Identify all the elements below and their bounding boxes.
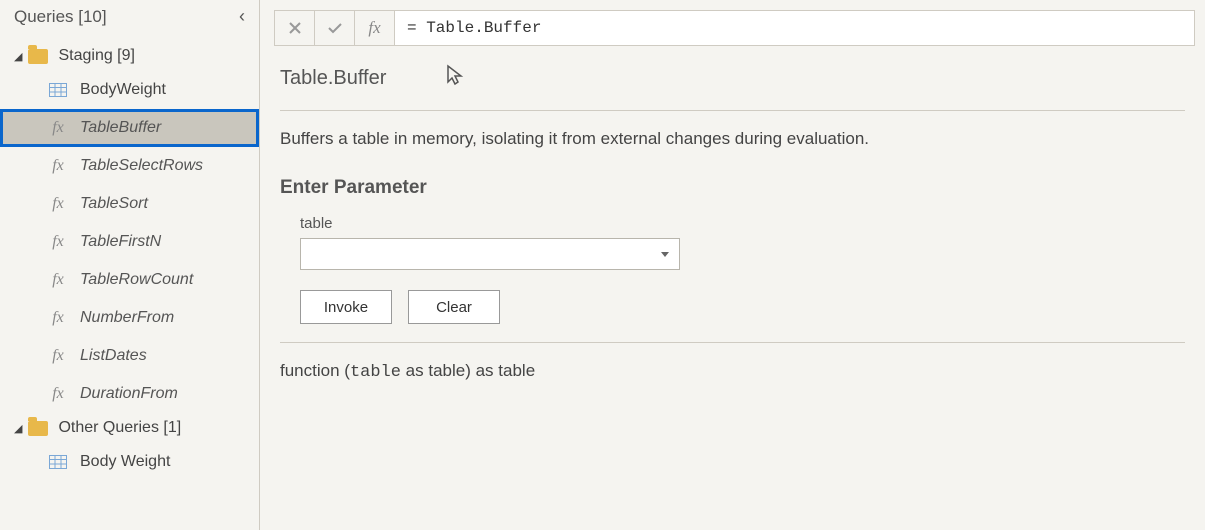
clear-button[interactable]: Clear: [408, 290, 500, 324]
query-item-tableselectrows[interactable]: fx TableSelectRows: [0, 147, 259, 185]
query-item-tablefirstn[interactable]: fx TableFirstN: [0, 223, 259, 261]
parameter-block: table: [280, 215, 1185, 270]
parameter-section-title: Enter Parameter: [280, 177, 1185, 199]
query-label: NumberFrom: [80, 309, 174, 327]
fx-icon: fx: [48, 309, 68, 327]
function-signature: function (table as table) as table: [280, 361, 1185, 382]
queries-tree: ◢ Staging [9] BodyWeight fx TableBuffer …: [0, 37, 259, 485]
formula-input[interactable]: [394, 10, 1195, 46]
query-label: TableFirstN: [80, 233, 161, 251]
folder-icon: [28, 49, 48, 64]
query-item-tablerowcount[interactable]: fx TableRowCount: [0, 261, 259, 299]
queries-sidebar: Queries [10] ‹ ◢ Staging [9] BodyWeight …: [0, 0, 260, 530]
collapse-sidebar-button[interactable]: ‹: [235, 6, 249, 27]
query-label: TableSort: [80, 195, 148, 213]
query-label: Body Weight: [80, 453, 170, 471]
function-description: Buffers a table in memory, isolating it …: [280, 129, 1185, 149]
query-item-body-weight[interactable]: Body Weight: [0, 443, 259, 481]
divider: [280, 110, 1185, 111]
cancel-formula-button[interactable]: [274, 10, 314, 46]
parameter-label: table: [300, 215, 1185, 232]
fx-formula-button[interactable]: fx: [354, 10, 394, 46]
group-other-queries[interactable]: ◢ Other Queries [1]: [0, 413, 259, 443]
group-label: Staging [9]: [58, 47, 135, 65]
signature-suffix: as table) as table: [401, 361, 535, 380]
query-label: TableSelectRows: [80, 157, 203, 175]
query-item-numberfrom[interactable]: fx NumberFrom: [0, 299, 259, 337]
query-item-durationfrom[interactable]: fx DurationFrom: [0, 375, 259, 413]
signature-arg: table: [350, 363, 401, 382]
divider: [280, 342, 1185, 343]
query-item-tablesort[interactable]: fx TableSort: [0, 185, 259, 223]
group-staging[interactable]: ◢ Staging [9]: [0, 41, 259, 71]
formula-bar: fx: [274, 10, 1195, 46]
main-panel: fx Table.Buffer Buffers a table in memor…: [260, 0, 1205, 530]
folder-icon: [28, 421, 48, 436]
group-label: Other Queries [1]: [58, 419, 181, 437]
query-label: BodyWeight: [80, 81, 166, 99]
caret-down-icon: ◢: [14, 422, 22, 435]
signature-prefix: function (: [280, 361, 350, 380]
fx-icon: fx: [48, 157, 68, 175]
fx-icon: fx: [48, 271, 68, 289]
fx-icon: fx: [48, 119, 68, 137]
query-label: TableRowCount: [80, 271, 193, 289]
function-name: Table.Buffer: [280, 67, 386, 90]
caret-down-icon: ◢: [14, 50, 22, 63]
fx-icon: fx: [48, 195, 68, 213]
parameter-table-dropdown[interactable]: [300, 238, 680, 270]
query-label: DurationFrom: [80, 385, 178, 403]
cursor-icon: [446, 64, 464, 92]
query-label: ListDates: [80, 347, 147, 365]
function-details: Table.Buffer Buffers a table in memory, …: [260, 46, 1205, 530]
table-icon: [48, 455, 68, 469]
fx-icon: fx: [48, 347, 68, 365]
sidebar-title: Queries [10]: [14, 7, 107, 27]
sidebar-header: Queries [10] ‹: [0, 0, 259, 37]
fx-icon: fx: [48, 385, 68, 403]
query-item-listdates[interactable]: fx ListDates: [0, 337, 259, 375]
button-row: Invoke Clear: [280, 290, 1185, 324]
table-icon: [48, 83, 68, 97]
fx-icon: fx: [48, 233, 68, 251]
query-item-tablebuffer[interactable]: fx TableBuffer: [0, 109, 259, 147]
query-item-bodyweight[interactable]: BodyWeight: [0, 71, 259, 109]
query-label: TableBuffer: [80, 119, 161, 137]
confirm-formula-button[interactable]: [314, 10, 354, 46]
invoke-button[interactable]: Invoke: [300, 290, 392, 324]
